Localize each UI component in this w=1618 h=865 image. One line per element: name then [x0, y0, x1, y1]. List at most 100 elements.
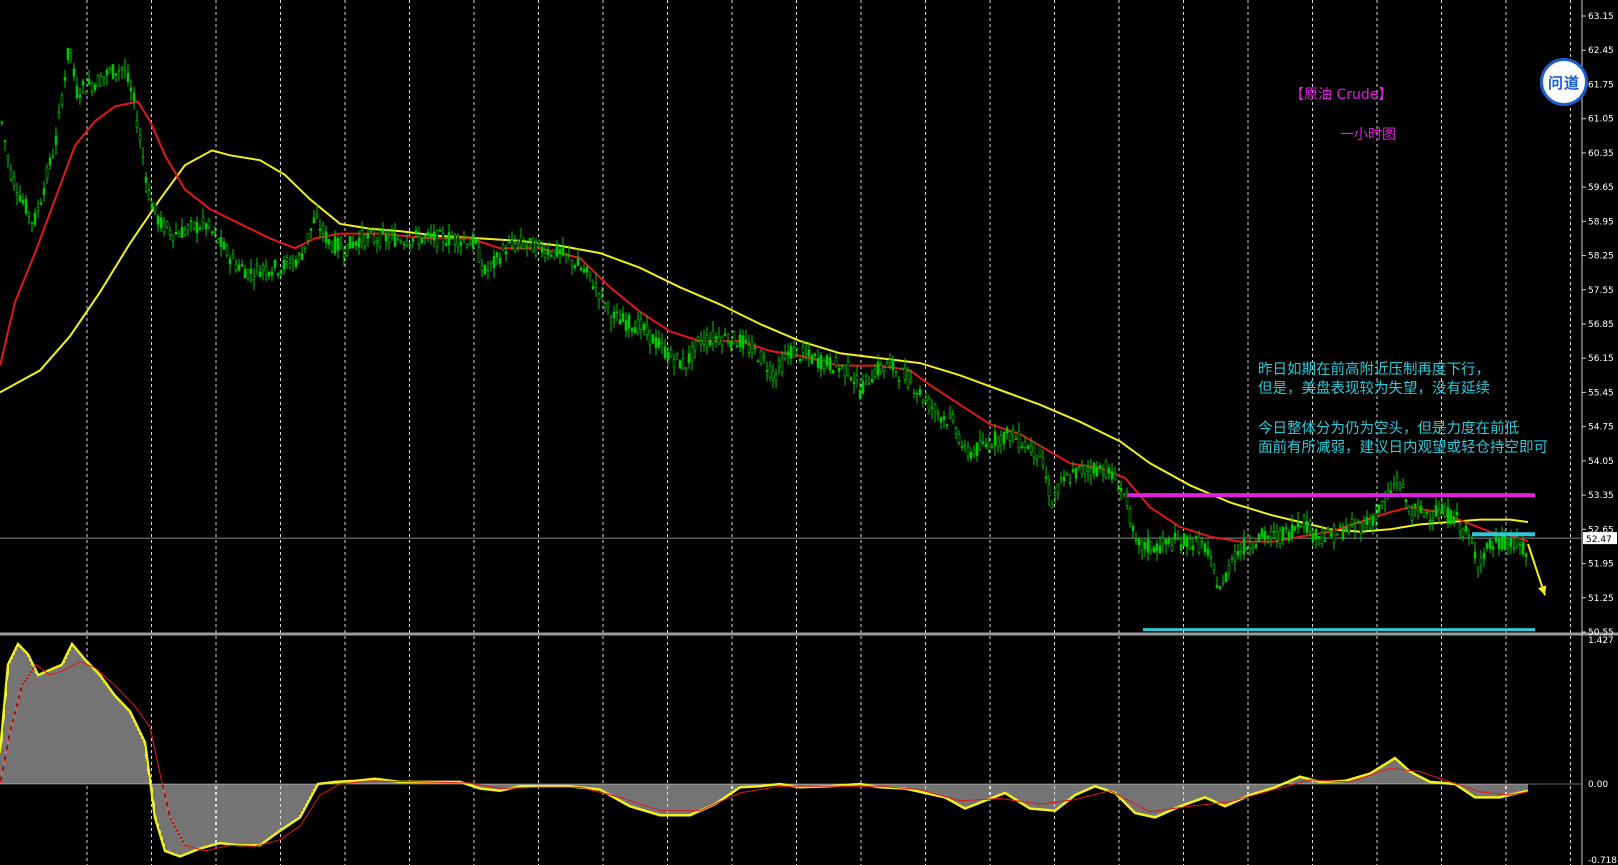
price-tick-label: 55.45: [1588, 388, 1614, 398]
candle-body: [378, 230, 382, 248]
candle-body: [1038, 445, 1042, 457]
candle-body: [27, 212, 31, 217]
price-tick-label: 58.95: [1588, 217, 1614, 227]
candle-body: [984, 443, 988, 448]
candle-body: [447, 232, 451, 246]
candle-body: [1401, 484, 1405, 488]
candle-body: [411, 238, 415, 242]
candle-body: [807, 349, 811, 357]
candle-body: [954, 428, 958, 434]
candle-body: [432, 231, 436, 241]
candle-body: [1479, 557, 1483, 565]
candle-body: [474, 239, 478, 244]
candle-body: [1029, 445, 1033, 453]
candle-body: [105, 69, 109, 76]
candle-body: [288, 263, 292, 268]
candle-body: [384, 234, 388, 242]
candle-body: [1173, 532, 1177, 540]
candle-body: [225, 245, 229, 256]
candle-body: [138, 135, 142, 141]
candle-body: [771, 371, 775, 379]
candle-body: [423, 235, 427, 238]
candle-body: [3, 140, 7, 143]
candle-body: [489, 261, 493, 264]
candle-body: [1098, 464, 1102, 469]
candle-body: [117, 69, 121, 72]
candle-body: [300, 253, 304, 260]
candle-body: [420, 238, 424, 243]
candle-body: [915, 392, 919, 395]
candle-body: [561, 246, 565, 256]
candle-body: [870, 378, 874, 383]
candle-body: [438, 229, 442, 232]
candle-body: [387, 237, 391, 243]
candle-body: [135, 120, 139, 128]
candle-body: [879, 364, 883, 373]
candle-body: [519, 236, 523, 246]
candle-body: [1086, 467, 1090, 472]
candle-body: [414, 230, 418, 233]
candle-body: [657, 338, 661, 348]
candle-body: [1383, 498, 1387, 502]
candle-body: [1503, 534, 1507, 551]
price-tick-label: 58.25: [1588, 252, 1614, 262]
price-tick-label: 56.15: [1588, 354, 1614, 364]
candle-body: [1167, 538, 1171, 544]
candle-body: [1302, 515, 1306, 527]
candle-body: [1428, 519, 1432, 522]
candle-body: [48, 158, 52, 166]
price-tick-label: 51.25: [1588, 594, 1614, 604]
candle-body: [789, 345, 793, 359]
candle-body: [1074, 467, 1078, 479]
candle-body: [1323, 540, 1327, 542]
projection-arrow-head: [1538, 585, 1547, 596]
candle-body: [1464, 525, 1468, 532]
candle-body: [837, 367, 841, 372]
candle-body: [444, 243, 448, 246]
candle-body: [372, 235, 376, 243]
candle-body: [171, 234, 175, 241]
candle-body: [996, 436, 1000, 447]
candle-body: [1002, 431, 1006, 444]
candle-body: [582, 268, 586, 273]
level-lines: [1127, 493, 1547, 632]
price-tick-label: 54.75: [1588, 423, 1614, 433]
candle-body: [669, 349, 673, 358]
candle-body: [729, 341, 733, 348]
analysis-note-1: 昨日如期在前高附近压制再度下行， 但是，美盘表现较为失望，没有延续: [1258, 362, 1490, 397]
candle-body: [738, 334, 742, 347]
candle-body: [1380, 501, 1384, 507]
candle-body: [780, 358, 784, 373]
candle-body: [507, 242, 511, 244]
candle-body: [1497, 538, 1501, 550]
candle-body: [552, 249, 556, 259]
candle-body: [1158, 545, 1162, 554]
candle-body: [762, 356, 766, 359]
candle-body: [843, 364, 847, 377]
candle-body: [606, 301, 610, 308]
candle-body: [963, 444, 967, 447]
candle-body: [495, 252, 499, 258]
chart-lines: [0, 100, 1529, 543]
candle-body: [720, 336, 724, 346]
candle-body: [9, 169, 13, 181]
candle-body: [852, 381, 856, 384]
candle-body: [846, 361, 850, 376]
candle-body: [660, 342, 664, 345]
candle-body: [525, 244, 529, 247]
candle-body: [294, 259, 298, 267]
candle-body: [1008, 431, 1012, 442]
candle-body: [666, 352, 670, 361]
candle-body: [192, 221, 196, 230]
candle-body: [672, 359, 676, 368]
candle-body: [1026, 445, 1030, 450]
candle-body: [324, 231, 328, 243]
candle-body: [939, 417, 943, 423]
candle-body: [189, 220, 193, 222]
candle-body: [81, 80, 85, 86]
candle-body: [1410, 514, 1414, 521]
candle-body: [1257, 533, 1261, 542]
candle-body: [1110, 471, 1114, 479]
candle-body: [1326, 527, 1330, 530]
candle-body: [864, 373, 868, 377]
